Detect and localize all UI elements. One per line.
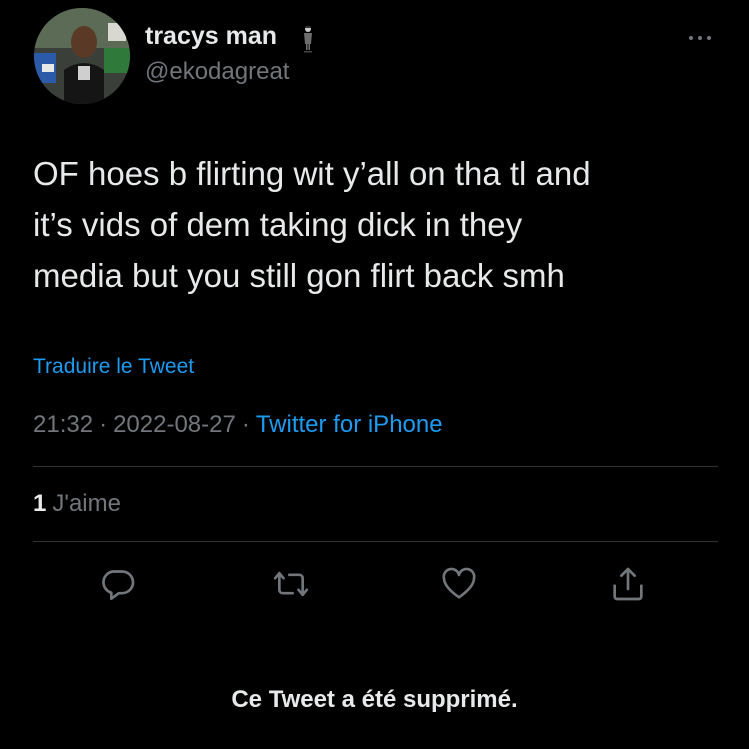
likes-stat[interactable]: 1 J'aime	[33, 490, 121, 518]
tweet: tracys man @ekodagreat OF hoes b flirtin…	[0, 0, 749, 749]
reply-icon	[102, 570, 135, 600]
divider	[33, 466, 718, 467]
share-icon	[613, 567, 643, 601]
retweet-button[interactable]	[269, 562, 313, 606]
retweet-icon	[273, 571, 309, 597]
like-label: J'aime	[52, 490, 121, 517]
tweet-text-line: OF hoes b flirting wit y’all on tha tl a…	[33, 155, 591, 192]
like-icon	[442, 567, 476, 599]
tweet-metadata: 21:32 · 2022-08-27 · Twitter for iPhone	[33, 411, 443, 439]
tweet-text-line: it’s vids of dem taking dick in they	[33, 206, 523, 243]
separator: ·	[241, 411, 250, 438]
translate-tweet-link[interactable]: Traduire le Tweet	[33, 355, 194, 379]
tweet-time[interactable]: 21:32	[33, 411, 93, 438]
man-in-suit-levitating-icon	[298, 24, 318, 54]
avatar[interactable]	[34, 8, 130, 104]
reply-button[interactable]	[96, 562, 140, 606]
display-name[interactable]: tracys man	[145, 22, 277, 51]
more-options-icon[interactable]	[682, 30, 718, 46]
like-button[interactable]	[437, 562, 481, 606]
tweet-date[interactable]: 2022-08-27	[113, 411, 236, 438]
user-handle[interactable]: @ekodagreat	[145, 58, 289, 86]
tweet-text-line: media but you still gon flirt back smh	[33, 257, 565, 294]
separator: ·	[99, 411, 108, 438]
avatar-photo	[34, 8, 130, 104]
tweet-text: OF hoes b flirting wit y’all on tha tl a…	[33, 148, 733, 301]
share-button[interactable]	[606, 562, 650, 606]
like-count: 1	[33, 490, 47, 517]
deleted-tweet-notice: Ce Tweet a été supprimé.	[231, 686, 518, 713]
tweet-source-link[interactable]: Twitter for iPhone	[256, 411, 443, 438]
divider	[33, 541, 718, 542]
